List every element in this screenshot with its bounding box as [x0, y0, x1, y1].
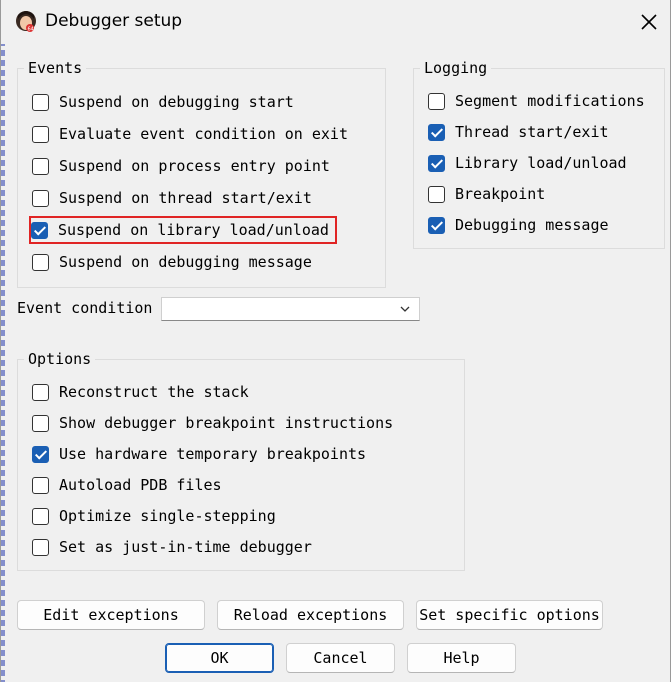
checkbox-label: Suspend on debugging start	[59, 93, 294, 111]
reload-exceptions-button[interactable]: Reload exceptions	[217, 600, 404, 630]
checkbox-label: Segment modifications	[455, 92, 645, 110]
cancel-button[interactable]: Cancel	[286, 643, 395, 673]
checkbox-unchecked-icon[interactable]	[428, 92, 445, 110]
chevron-down-icon	[400, 306, 410, 312]
options-checkbox-0[interactable]: Reconstruct the stack	[32, 380, 249, 404]
events-checkbox-1[interactable]: Evaluate event condition on exit	[32, 122, 348, 146]
checkbox-label: Reconstruct the stack	[59, 383, 249, 401]
checkbox-checked-icon[interactable]	[32, 445, 49, 463]
checkbox-unchecked-icon[interactable]	[32, 253, 49, 271]
checkbox-unchecked-icon[interactable]	[32, 507, 49, 525]
checkbox-label: Set as just-in-time debugger	[59, 538, 312, 556]
checkbox-label: Show debugger breakpoint instructions	[59, 414, 394, 432]
window-title: Debugger setup	[45, 11, 183, 31]
ida-app-icon: 64	[16, 11, 36, 33]
svg-text:64: 64	[28, 27, 34, 33]
checkbox-checked-icon[interactable]	[428, 216, 445, 234]
checkbox-label: Autoload PDB files	[59, 476, 222, 494]
checkbox-unchecked-icon[interactable]	[428, 185, 445, 203]
logging-checkbox-0[interactable]: Segment modifications	[428, 89, 645, 113]
checkbox-label: Suspend on process entry point	[59, 157, 330, 175]
checkbox-label: Evaluate event condition on exit	[59, 125, 348, 143]
options-checkbox-3[interactable]: Autoload PDB files	[32, 473, 222, 497]
checkbox-unchecked-icon[interactable]	[32, 157, 49, 175]
title-bar[interactable]: 64 Debugger setup	[1, 0, 670, 44]
background-window-edge	[1, 0, 5, 682]
events-checkbox-0[interactable]: Suspend on debugging start	[32, 90, 294, 114]
options-checkbox-5[interactable]: Set as just-in-time debugger	[32, 535, 312, 559]
options-checkbox-2[interactable]: Use hardware temporary breakpoints	[32, 442, 366, 466]
close-icon[interactable]	[633, 6, 665, 38]
checkbox-label: Debugging message	[455, 216, 609, 234]
checkbox-checked-icon[interactable]	[428, 154, 445, 172]
checkbox-checked-icon[interactable]	[31, 221, 48, 239]
checkbox-label: Breakpoint	[455, 185, 546, 203]
logging-checkbox-1[interactable]: Thread start/exit	[428, 120, 609, 144]
checkbox-unchecked-icon[interactable]	[32, 538, 49, 556]
ok-button[interactable]: OK	[165, 643, 274, 673]
events-checkbox-4[interactable]: Suspend on library load/unload	[29, 216, 337, 244]
logging-checkbox-4[interactable]: Debugging message	[428, 213, 609, 237]
checkbox-label: Thread start/exit	[455, 123, 609, 141]
checkbox-label: Use hardware temporary breakpoints	[59, 445, 367, 463]
checkbox-unchecked-icon[interactable]	[32, 476, 49, 494]
event-condition-label: Event condition	[17, 299, 153, 317]
checkbox-label: Library load/unload	[455, 154, 627, 172]
checkbox-unchecked-icon[interactable]	[32, 93, 49, 111]
checkbox-unchecked-icon[interactable]	[32, 414, 49, 432]
options-legend: Options	[24, 350, 96, 368]
checkbox-label: Suspend on thread start/exit	[59, 189, 312, 207]
checkbox-unchecked-icon[interactable]	[32, 125, 49, 143]
set-specific-options-button[interactable]: Set specific options	[416, 600, 603, 630]
events-checkbox-3[interactable]: Suspend on thread start/exit	[32, 186, 312, 210]
events-checkbox-5[interactable]: Suspend on debugging message	[32, 250, 312, 274]
options-checkbox-4[interactable]: Optimize single-stepping	[32, 504, 276, 528]
edit-exceptions-button[interactable]: Edit exceptions	[17, 600, 205, 630]
help-button[interactable]: Help	[407, 643, 516, 673]
logging-checkbox-2[interactable]: Library load/unload	[428, 151, 627, 175]
events-checkbox-2[interactable]: Suspend on process entry point	[32, 154, 330, 178]
checkbox-unchecked-icon[interactable]	[32, 189, 49, 207]
checkbox-label: Suspend on debugging message	[59, 253, 312, 271]
event-condition-dropdown[interactable]	[161, 297, 420, 321]
logging-legend: Logging	[420, 59, 492, 77]
debugger-setup-dialog: 64 Debugger setup Events Logging Event c…	[0, 0, 671, 682]
checkbox-checked-icon[interactable]	[428, 123, 445, 141]
checkbox-label: Suspend on library load/unload	[58, 221, 329, 239]
checkbox-unchecked-icon[interactable]	[32, 383, 49, 401]
logging-checkbox-3[interactable]: Breakpoint	[428, 182, 545, 206]
events-legend: Events	[24, 59, 87, 77]
checkbox-label: Optimize single-stepping	[59, 507, 276, 525]
options-checkbox-1[interactable]: Show debugger breakpoint instructions	[32, 411, 393, 435]
